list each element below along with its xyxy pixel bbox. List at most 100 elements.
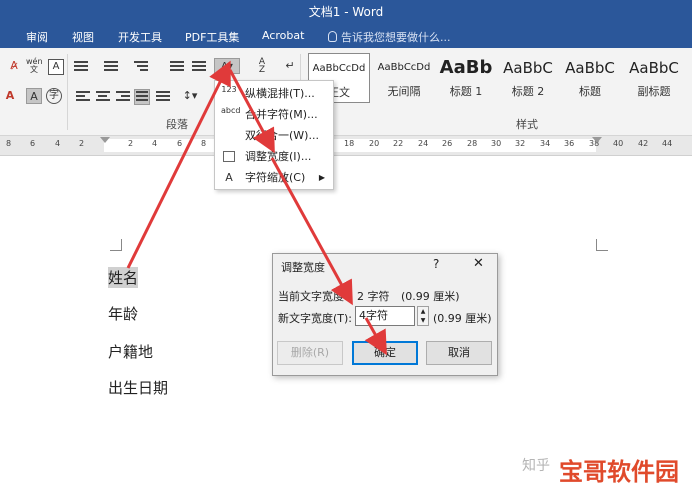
menu-item-label: 调整宽度(I)... [245,150,312,163]
ruler-number: 36 [564,139,575,148]
style-subtitle[interactable]: AaBbC 副标题 [622,53,686,103]
style-no-spacing[interactable]: AaBbCcDd 无间隔 [372,53,436,103]
help-button[interactable]: ? [433,257,439,271]
paragraph-group-label: 段落 [166,118,188,131]
site-logo-watermark: 宝哥软件园 [552,452,686,492]
style-name: 标题 [579,85,601,98]
fit-text-dialog: 调整宽度 ? ✕ 当前文字宽度: 2 字符 (0.99 厘米) 新文字宽度(T)… [272,253,498,376]
style-name: 标题 2 [511,85,545,98]
ruler-number: 24 [418,139,429,148]
numbering-icon[interactable] [104,61,118,73]
style-heading-2[interactable]: AaBbC 标题 2 [498,53,558,103]
ruler-number: 28 [467,139,478,148]
ruler-number: 6 [177,139,183,148]
tab-view[interactable]: 视图 [72,29,94,45]
vertical-text-icon: 123 [221,85,237,94]
document-line[interactable]: 户籍地 [108,341,153,362]
margin-corner-mark [596,239,608,251]
ruler-number: 34 [540,139,551,148]
new-width-input[interactable]: 4字符 [355,306,415,326]
style-name: 无间隔 [387,85,421,98]
align-right-icon[interactable] [116,91,130,103]
combine-characters-icon: abcd [221,106,241,115]
phonetic-guide-icon[interactable]: wén 文 [26,58,43,74]
menu-item-vertical-horizontal[interactable]: 123 纵横混排(T)... [215,83,333,104]
font-color-icon[interactable]: A [2,88,18,104]
menu-item-label: 字符缩放(C) [245,171,306,184]
menu-item-label: 纵横混排(T)... [245,87,315,100]
character-shading-icon[interactable]: A [26,88,42,104]
style-sample: AaBb [439,57,493,78]
fit-text-icon [223,151,235,162]
first-line-indent-marker[interactable] [100,137,110,143]
margin-corner-mark [110,239,122,251]
new-width-cm: (0.99 厘米) [433,312,492,325]
width-spinner[interactable]: ▲ ▼ [417,306,429,326]
enclosed-character-icon[interactable]: 字 [46,88,62,104]
style-heading-1[interactable]: AaBb 标题 1 [438,53,494,103]
ruler-number: 30 [491,139,502,148]
cancel-button[interactable]: 取消 [426,341,492,365]
new-width-label: 新文字宽度(T): [278,312,353,325]
document-line[interactable]: 出生日期 [108,377,168,398]
sort-icon[interactable]: AZ [254,58,270,75]
ruler-number: 22 [393,139,404,148]
multilevel-list-icon[interactable] [134,61,148,73]
style-sample: AaBbCcDd [377,62,431,73]
show-formatting-icon[interactable]: ↵ [282,58,298,74]
current-width-value: 2 字符 [357,290,390,303]
align-left-icon[interactable] [76,91,90,103]
styles-gallery: AaBbCcDd 正文 AaBbCcDd 无间隔 AaBb 标题 1 AaBbC… [306,53,686,103]
zhihu-watermark: 知乎 [522,458,550,474]
increase-indent-icon[interactable] [192,61,206,73]
style-name: 标题 1 [449,85,483,98]
decrease-indent-icon[interactable] [170,61,184,73]
style-sample: AaBbC [503,59,553,77]
style-sample: AaBbC [629,59,679,77]
tab-acrobat[interactable]: Acrobat [262,29,304,42]
submenu-arrow-icon: ▶ [318,173,325,182]
horizontal-ruler[interactable]: 8 6 4 2 2 4 6 8 18 20 22 24 26 28 30 32 … [0,136,692,156]
chinese-layout-menu: 123 纵横混排(T)... abcd 合并字符(M)... 双行合一(W)..… [214,80,334,190]
document-line[interactable]: 年龄 [108,303,138,324]
right-indent-marker[interactable] [592,137,602,143]
current-width-label: 当前文字宽度: [278,290,348,303]
tab-developer[interactable]: 开发工具 [118,29,162,45]
style-name: 副标题 [637,85,671,98]
style-title[interactable]: AaBbC 标题 [560,53,620,103]
delete-button[interactable]: 删除(R) [277,341,343,365]
menu-item-combine-characters[interactable]: abcd 合并字符(M)... [215,104,333,125]
tell-me-box[interactable]: 告诉我您想要做什么... [328,29,451,45]
document-line[interactable]: 姓名 [108,267,139,288]
ok-button[interactable]: 确定 [352,341,418,365]
group-separator [67,54,68,130]
title-bar: 文档1 - Word [0,0,692,26]
clear-format-icon[interactable]: A̷ [6,58,22,74]
ruler-number: 6 [30,139,36,148]
align-center-icon[interactable] [96,91,110,103]
ribbon-tabs: 审阅 视图 开发工具 PDF工具集 Acrobat 告诉我您想要做什么... [0,26,692,48]
ruler-number: 44 [662,139,673,148]
ruler-number: 8 [6,139,12,148]
bullets-icon[interactable] [74,61,88,73]
tab-pdf-tools[interactable]: PDF工具集 [185,29,239,45]
ruler-number: 4 [55,139,61,148]
line-spacing-icon[interactable]: ↕▾ [178,88,202,104]
close-button[interactable]: ✕ [473,256,484,271]
ruler-number: 32 [515,139,526,148]
character-border-icon[interactable]: A [48,59,64,75]
ruler-number: 8 [201,139,207,148]
ruler-number: 40 [613,139,624,148]
ruler-number: 26 [442,139,453,148]
menu-item-character-scaling[interactable]: A 字符缩放(C) ▶ [215,167,333,188]
tab-review[interactable]: 审阅 [26,29,48,45]
ruler-number: 18 [344,139,355,148]
styles-group-label: 样式 [516,118,538,131]
chinese-layout-icon[interactable]: A▾ [214,58,240,74]
ruler-number: 2 [128,139,134,148]
window-title: 文档1 - Word [308,5,384,19]
distributed-icon[interactable] [156,91,170,103]
menu-item-two-lines-in-one[interactable]: 双行合一(W)... [215,125,333,146]
justify-icon[interactable] [134,89,150,105]
menu-item-fit-text[interactable]: 调整宽度(I)... [215,146,333,167]
